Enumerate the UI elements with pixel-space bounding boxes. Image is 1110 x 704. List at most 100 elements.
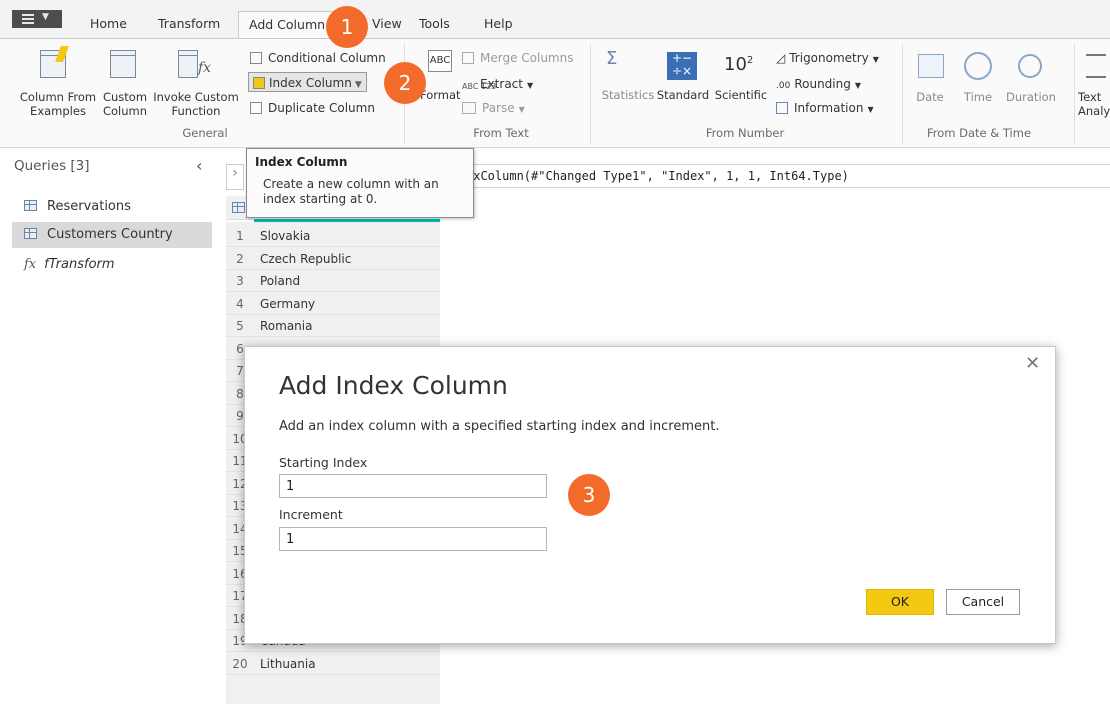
custom-column-label: Custom Column [102, 90, 148, 118]
parse-icon [462, 102, 476, 114]
information-label: Information [794, 101, 864, 115]
query-item-reservations[interactable]: Reservations [12, 194, 212, 220]
ok-button[interactable]: OK [866, 589, 934, 615]
duplicate-column-button[interactable]: Duplicate Column [250, 98, 375, 118]
information-icon [776, 102, 788, 114]
table-cell[interactable]: Lithuania [254, 653, 440, 675]
table-icon [232, 202, 245, 213]
text-analytics-label: Text Analytics [1078, 90, 1110, 118]
function-icon: fx [24, 257, 37, 272]
extract-icon: ABC 123 [462, 82, 497, 91]
merge-columns-icon [462, 52, 474, 64]
chevron-down-icon: ▼ [872, 55, 879, 64]
index-column-icon [253, 77, 265, 89]
table-cell[interactable]: Czech Republic [254, 248, 440, 270]
step-badge-2: 2 [384, 62, 426, 104]
format-icon: ABC [428, 50, 452, 72]
time-label: Time [963, 90, 993, 104]
format-label: Format [420, 88, 461, 102]
index-column-button[interactable]: Index Column ▼ [248, 72, 367, 92]
tab-add-column[interactable]: Add Column [238, 11, 337, 39]
trigonometry-label: Trigonometry [789, 51, 869, 65]
ribbon-separator [590, 44, 591, 144]
query-item-customers-country[interactable]: Customers Country [12, 222, 212, 248]
tab-tools[interactable]: Tools [419, 11, 450, 38]
increment-label: Increment [279, 507, 343, 522]
tab-help[interactable]: Help [484, 11, 513, 38]
chevron-down-icon: ▼ [854, 81, 862, 90]
column-from-examples-label: Column From Examples [19, 90, 97, 118]
fx-icon: fx [198, 60, 212, 76]
increment-input[interactable] [279, 527, 547, 551]
tab-view[interactable]: View [372, 11, 402, 38]
chevron-down-icon: ▼ [354, 80, 362, 90]
formula-expand-icon[interactable]: › [226, 164, 244, 190]
triangle-icon: ◿ [776, 51, 786, 65]
step-badge-3: 3 [568, 474, 610, 516]
close-icon[interactable]: ✕ [1025, 353, 1040, 374]
duplicate-column-label: Duplicate Column [268, 101, 375, 115]
query-item-ftransform[interactable]: fx fTransform [12, 252, 212, 278]
rounding-button[interactable]: .00 Rounding ▼ [776, 74, 861, 94]
add-index-column-dialog: ✕ Add Index Column Add an index column w… [244, 346, 1056, 644]
row-number: 5 [226, 315, 254, 337]
extract-button[interactable]: ABC 123Extract ▼ [462, 74, 533, 94]
text-analytics-icon [1086, 54, 1106, 78]
row-number: 2 [226, 248, 254, 270]
tab-home[interactable]: Home [90, 11, 127, 38]
query-item-label: Customers Country [47, 227, 173, 242]
tooltip-body: Create a new column with an index starti… [263, 177, 439, 206]
row-number: 3 [226, 270, 254, 292]
merge-columns-label: Merge Columns [480, 51, 574, 65]
dialog-description: Add an index column with a specified sta… [279, 419, 720, 434]
conditional-column-label: Conditional Column [268, 51, 386, 65]
group-label-from-number: From Number [705, 126, 785, 140]
parse-label: Parse [482, 101, 515, 115]
group-label-general: General [182, 126, 228, 140]
statistics-icon: Σ [606, 48, 618, 69]
table-cell[interactable]: Poland [254, 270, 440, 292]
chevron-down-icon: ▼ [42, 12, 49, 22]
extract-label: Extract [480, 77, 523, 91]
formula-bar[interactable]: exColumn(#"Changed Type1", "Index", 1, 1… [440, 164, 1110, 188]
query-item-label: Reservations [47, 199, 131, 214]
group-label-from-text: From Text [473, 126, 529, 140]
conditional-column-icon [250, 52, 262, 64]
table-cell[interactable]: Slovakia [254, 225, 440, 247]
information-button[interactable]: Information ▼ [776, 98, 874, 118]
collapse-pane-icon[interactable]: ‹ [196, 156, 202, 175]
clock-icon [964, 52, 992, 80]
row-number: 1 [226, 225, 254, 247]
stopwatch-icon [1018, 54, 1042, 78]
table-cell[interactable]: Romania [254, 315, 440, 337]
file-menu-button[interactable]: ▼ [12, 10, 62, 28]
starting-index-label: Starting Index [279, 455, 368, 470]
step-badge-1: 1 [326, 6, 368, 48]
duration-label: Duration [1006, 90, 1056, 104]
starting-index-input[interactable] [279, 474, 547, 498]
group-label-from-datetime: From Date & Time [926, 126, 1032, 140]
table-icon [24, 228, 37, 239]
tab-transform[interactable]: Transform [158, 11, 220, 38]
table-cell[interactable]: Germany [254, 293, 440, 315]
cancel-button[interactable]: Cancel [946, 589, 1020, 615]
chevron-down-icon: ▼ [867, 105, 874, 114]
ribbon-separator [902, 44, 903, 144]
conditional-column-button[interactable]: Conditional Column [250, 48, 386, 68]
queries-header: Queries [3] [14, 158, 90, 174]
parse-button[interactable]: Parse ▼ [462, 98, 525, 118]
trigonometry-button[interactable]: ◿ Trigonometry ▼ [776, 48, 879, 68]
standard-label: Standard [656, 88, 710, 102]
rounding-icon: .00 [776, 81, 791, 91]
rounding-label: Rounding [794, 77, 851, 91]
ribbon-tab-bar: ▼ Home Transform Add Column View Tools H… [0, 0, 1110, 39]
custom-column-icon [110, 50, 136, 78]
invoke-function-icon [178, 50, 198, 78]
merge-columns-button[interactable]: Merge Columns [462, 48, 573, 68]
tooltip-title: Index Column [255, 155, 348, 169]
scientific-label: Scientific [714, 88, 768, 102]
formula-text[interactable]: exColumn(#"Changed Type1", "Index", 1, 1… [466, 169, 849, 183]
query-item-label: fTransform [44, 257, 115, 272]
duplicate-column-icon [250, 102, 262, 114]
chevron-down-icon: ▼ [518, 105, 525, 114]
